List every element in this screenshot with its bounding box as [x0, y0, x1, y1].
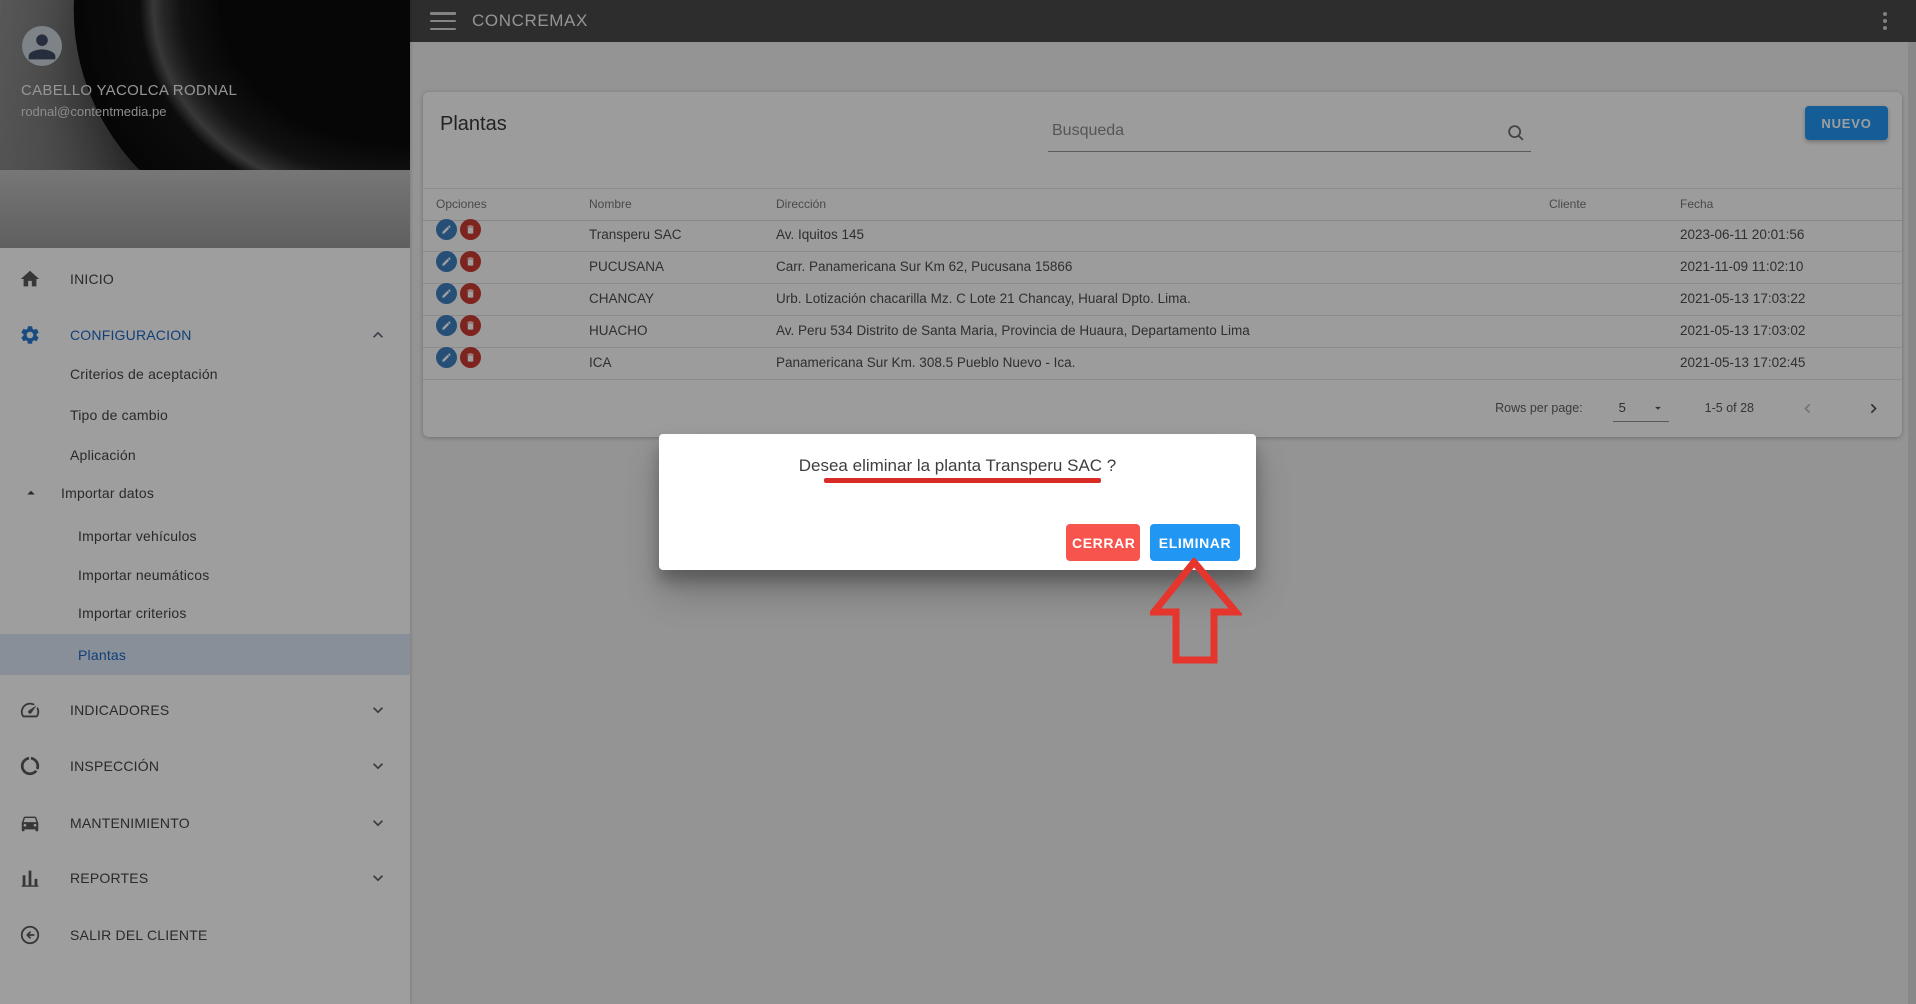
cerrar-button[interactable]: CERRAR	[1066, 524, 1140, 561]
dialog-message: Desea eliminar la planta Transperu SAC ?	[798, 456, 1117, 475]
eliminar-button[interactable]: ELIMINAR	[1150, 524, 1240, 561]
dialog-actions: CERRAR ELIMINAR	[1066, 524, 1240, 561]
app-root: CONCREMAX CABELLO YACOLCA RODNAL rodnal@…	[0, 0, 1916, 1004]
delete-confirmation-dialog: Desea eliminar la planta Transperu SAC ?…	[659, 434, 1256, 570]
red-arrow-annotation	[1150, 558, 1242, 664]
red-underline-annotation	[824, 478, 1101, 483]
